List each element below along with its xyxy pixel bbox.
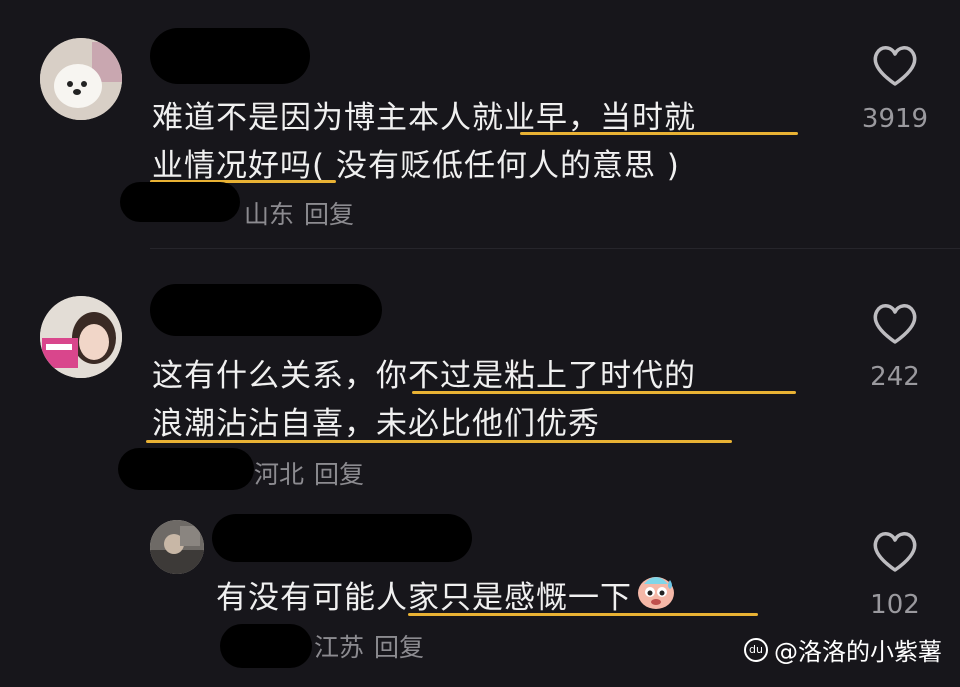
redacted-username [150, 28, 310, 84]
watermark-logo-icon: du [744, 637, 768, 662]
girl-avatar-icon [40, 296, 122, 378]
like-count: 242 [870, 362, 920, 392]
redacted-time [118, 448, 254, 490]
comment-text: 有没有可能人家只是感慨一下 [216, 580, 632, 616]
comment-meta: 江苏 回复 [314, 628, 424, 664]
heart-icon [873, 46, 917, 86]
highlight-underline [520, 132, 798, 135]
reply-button[interactable]: 回复 [304, 200, 354, 229]
watermark: du @洛洛的小紫薯 [744, 632, 942, 667]
sweat-face-emoji-icon [636, 572, 676, 628]
highlight-underline [412, 391, 796, 394]
redacted-username [212, 514, 472, 562]
heart-icon [873, 304, 917, 344]
heart-icon [873, 532, 917, 572]
location-label: 山东 [244, 200, 295, 229]
redacted-time [220, 624, 312, 668]
like-button[interactable]: 102 [855, 530, 935, 620]
comment-meta: 山东 回复 [244, 195, 354, 231]
location-label: 江苏 [314, 633, 365, 662]
reply-button[interactable]: 回复 [314, 460, 364, 489]
comment-meta: 河北 回复 [254, 455, 364, 491]
avatar[interactable] [40, 38, 122, 120]
like-count: 102 [870, 590, 920, 620]
like-count: 3919 [861, 104, 929, 134]
redacted-time [120, 182, 240, 222]
like-button[interactable]: 3919 [855, 44, 935, 134]
reply-button[interactable]: 回复 [374, 633, 424, 662]
divider [150, 248, 960, 249]
like-button[interactable]: 242 [855, 302, 935, 392]
highlight-underline [146, 440, 732, 443]
watermark-text: @洛洛的小紫薯 [774, 638, 942, 666]
comment-text-line1: 有没有可能人家只是感慨一下 [216, 570, 676, 628]
redacted-username [150, 284, 382, 336]
comment-text-line2: 浪潮沾沾自喜，未必比他们优秀 [152, 406, 600, 442]
dog-avatar-icon [40, 38, 122, 120]
avatar[interactable] [150, 520, 204, 574]
location-label: 河北 [254, 460, 305, 489]
avatar[interactable] [40, 296, 122, 378]
user-avatar-icon [150, 520, 204, 574]
highlight-underline [408, 613, 758, 616]
